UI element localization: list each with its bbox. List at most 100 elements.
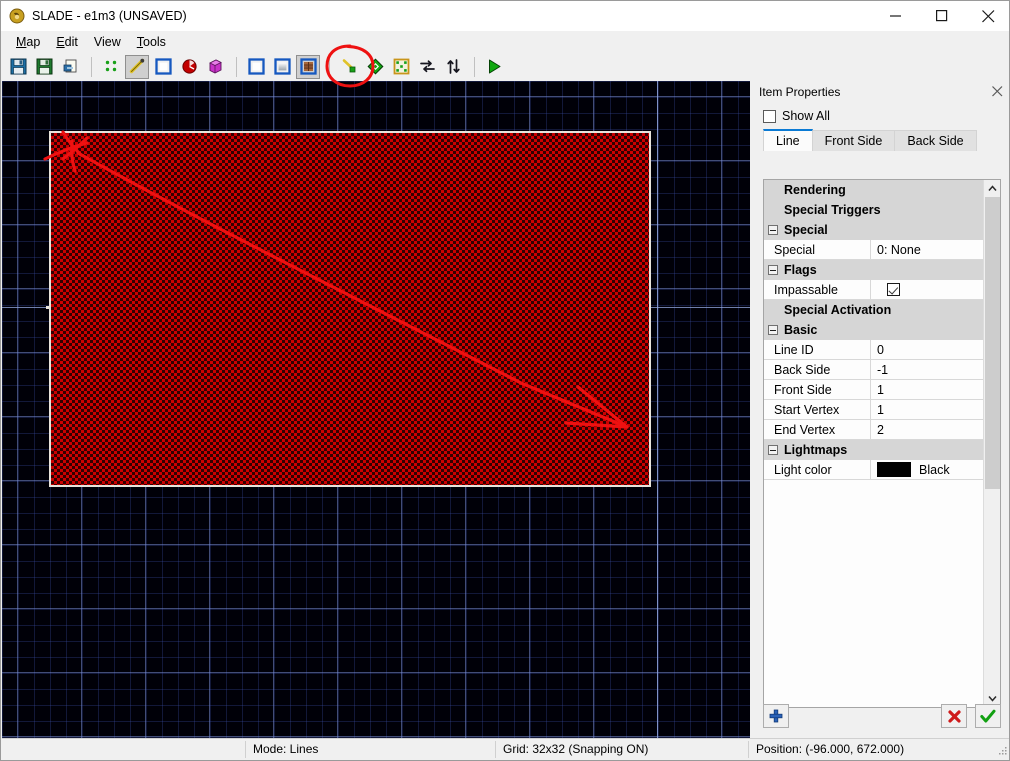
- sector-edit-both-button[interactable]: [296, 54, 320, 79]
- property-value[interactable]: 2: [871, 420, 983, 440]
- show-all-row[interactable]: Show All: [754, 101, 1009, 129]
- collapse-expander-icon[interactable]: [768, 445, 778, 455]
- property-category-special[interactable]: Special: [764, 220, 983, 240]
- property-tabs: Line Front Side Back Side: [754, 129, 1009, 151]
- property-key: Front Side: [764, 380, 871, 400]
- property-key: Start Vertex: [764, 400, 871, 420]
- slade-main-window: SLADE - e1m3 (UNSAVED) Map Edit View Too…: [0, 0, 1010, 761]
- 3d-mode-button[interactable]: [203, 55, 227, 79]
- status-mode: Mode: Lines: [245, 739, 495, 760]
- property-row-start-vertex[interactable]: Start Vertex 1: [764, 400, 983, 420]
- mirror-horizontal-icon[interactable]: [415, 55, 439, 79]
- save-map-button[interactable]: [6, 55, 30, 79]
- panel-body: Show All Line Front Side Back Side Rende…: [754, 101, 1009, 740]
- property-category-lightmaps[interactable]: Lightmaps: [764, 440, 983, 460]
- category-label: Basic: [784, 323, 818, 337]
- category-label: Flags: [784, 263, 817, 277]
- impassable-checkbox[interactable]: [887, 283, 900, 296]
- lines-mode-button[interactable]: [125, 54, 149, 79]
- minimize-icon[interactable]: [873, 1, 919, 31]
- property-row-light-color[interactable]: Light color Black: [764, 460, 983, 480]
- sector-edit-flats-button[interactable]: [270, 55, 294, 79]
- tab-back-side[interactable]: Back Side: [894, 130, 977, 151]
- property-row-end-vertex[interactable]: End Vertex 2: [764, 420, 983, 440]
- status-bar: Mode: Lines Grid: 32x32 (Snapping ON) Po…: [2, 738, 1009, 760]
- property-category-rendering[interactable]: Rendering: [764, 180, 983, 200]
- close-icon[interactable]: [990, 84, 1004, 98]
- property-key: Light color: [764, 460, 871, 480]
- sector-edit-walls-button[interactable]: [244, 55, 268, 79]
- draw-shape-button[interactable]: [363, 55, 387, 79]
- apply-button[interactable]: [975, 704, 1001, 728]
- property-row-impassable[interactable]: Impassable: [764, 280, 983, 300]
- property-value[interactable]: 0: None: [871, 240, 983, 260]
- object-edit-button[interactable]: [389, 55, 413, 79]
- property-value[interactable]: Black: [871, 460, 983, 480]
- mirror-vertical-icon[interactable]: [441, 55, 465, 79]
- run-map-button[interactable]: [482, 55, 506, 79]
- toolbar-separator: [236, 56, 237, 77]
- scrollbar-thumb[interactable]: [985, 197, 1000, 489]
- menu-edit[interactable]: Edit: [48, 33, 86, 51]
- window-title: SLADE - e1m3 (UNSAVED): [32, 9, 187, 23]
- save-archive-button[interactable]: [58, 55, 82, 79]
- menu-map[interactable]: Map: [8, 33, 48, 51]
- blue-plus-icon: [769, 709, 783, 723]
- show-all-label: Show All: [782, 109, 830, 123]
- item-properties-panel: Item Properties Show All Line Front Side…: [754, 82, 1009, 740]
- toolbar-separator: [474, 56, 475, 77]
- sectors-mode-button[interactable]: [151, 55, 175, 79]
- property-key: Back Side: [764, 360, 871, 380]
- tab-line[interactable]: Line: [763, 129, 813, 151]
- show-all-checkbox[interactable]: [763, 109, 776, 123]
- things-mode-button[interactable]: [177, 55, 201, 79]
- property-row-back-side[interactable]: Back Side -1: [764, 360, 983, 380]
- toolbar-separator: [329, 56, 330, 77]
- property-row-line-id[interactable]: Line ID 0: [764, 340, 983, 360]
- draw-lines-button[interactable]: [337, 55, 361, 79]
- collapse-expander-icon[interactable]: [768, 325, 778, 335]
- property-key: End Vertex: [764, 420, 871, 440]
- property-scrollbar[interactable]: [983, 180, 1000, 707]
- category-label: Lightmaps: [784, 443, 848, 457]
- panel-title: Item Properties: [759, 84, 841, 99]
- map-canvas[interactable]: [2, 81, 750, 740]
- property-category-special-triggers[interactable]: Special Triggers: [764, 200, 983, 220]
- category-label: Special: [784, 223, 828, 237]
- property-row-front-side[interactable]: Front Side 1: [764, 380, 983, 400]
- property-value[interactable]: 0: [871, 340, 983, 360]
- title-bar: SLADE - e1m3 (UNSAVED): [1, 1, 1009, 31]
- maximize-icon[interactable]: [919, 1, 965, 31]
- collapse-expander-icon[interactable]: [768, 225, 778, 235]
- vertices-mode-button[interactable]: [99, 55, 123, 79]
- property-value[interactable]: [871, 280, 983, 300]
- collapse-expander-icon[interactable]: [768, 265, 778, 275]
- selected-sector[interactable]: [49, 131, 651, 487]
- property-row-special[interactable]: Special 0: None: [764, 240, 983, 260]
- cancel-button[interactable]: [941, 704, 967, 728]
- chevron-up-icon[interactable]: [984, 180, 1000, 197]
- property-key: Impassable: [764, 280, 871, 300]
- property-value[interactable]: 1: [871, 380, 983, 400]
- property-category-basic[interactable]: Basic: [764, 320, 983, 340]
- tab-front-side[interactable]: Front Side: [811, 130, 896, 151]
- category-label: Rendering: [784, 183, 846, 197]
- menu-tools[interactable]: Tools: [129, 33, 174, 51]
- property-grid[interactable]: Rendering Special Triggers Special Speci…: [763, 179, 1001, 708]
- menu-view[interactable]: View: [86, 33, 129, 51]
- property-value[interactable]: 1: [871, 400, 983, 420]
- status-grid: Grid: 32x32 (Snapping ON): [495, 739, 748, 760]
- red-x-icon: [947, 709, 961, 723]
- light-color-swatch[interactable]: [877, 462, 911, 477]
- resize-grip-icon[interactable]: [996, 745, 1008, 757]
- property-category-special-activation[interactable]: Special Activation: [764, 300, 983, 320]
- property-category-flags[interactable]: Flags: [764, 260, 983, 280]
- light-color-name: Black: [919, 462, 950, 477]
- window-controls: [873, 1, 1009, 31]
- property-value[interactable]: -1: [871, 360, 983, 380]
- close-icon[interactable]: [965, 1, 1009, 31]
- panel-footer: [763, 704, 1001, 732]
- save-map-as-button[interactable]: [32, 55, 56, 79]
- property-key: Special: [764, 240, 871, 260]
- add-property-button[interactable]: [763, 704, 789, 728]
